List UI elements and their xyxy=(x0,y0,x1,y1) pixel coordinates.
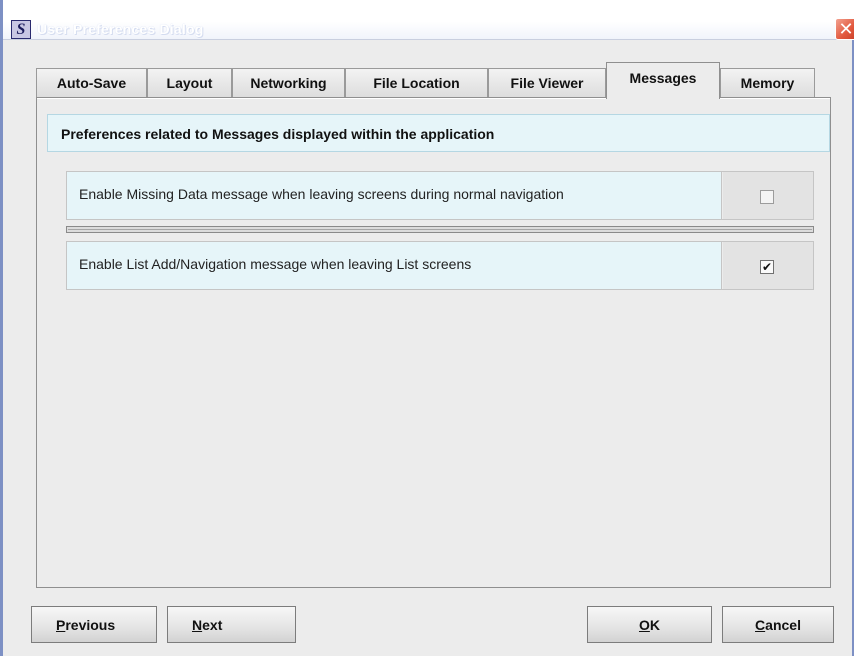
tab-networking[interactable]: Networking xyxy=(232,68,345,98)
cancel-label: ancel xyxy=(765,617,801,633)
cancel-mnemonic: C xyxy=(755,617,766,633)
window-title: User Preferences Dialog xyxy=(37,21,204,37)
tab-auto-save[interactable]: Auto-Save xyxy=(36,68,147,98)
next-label: ext xyxy=(202,617,223,633)
preference-row-missing-data: Enable Missing Data message when leaving… xyxy=(66,171,814,220)
title-bar[interactable]: S User Preferences Dialog ✕ xyxy=(3,0,854,40)
preference-cell-list-add: ✔ xyxy=(723,242,813,289)
tab-file-location[interactable]: File Location xyxy=(345,68,488,98)
next-mnemonic: N xyxy=(192,617,203,633)
list-add-checkbox[interactable]: ✔ xyxy=(760,260,774,274)
previous-label: revious xyxy=(65,617,116,633)
preference-label-missing-data: Enable Missing Data message when leaving… xyxy=(67,172,722,219)
row-divider[interactable] xyxy=(66,226,814,233)
cancel-button[interactable]: Cancel xyxy=(722,606,834,643)
tab-messages[interactable]: Messages xyxy=(606,62,720,99)
preference-label-list-add: Enable List Add/Navigation message when … xyxy=(67,242,722,289)
next-button[interactable]: Next xyxy=(167,606,296,643)
app-logo-icon: S xyxy=(11,20,31,39)
close-button[interactable]: ✕ xyxy=(835,18,854,40)
ok-label: K xyxy=(649,617,660,633)
ok-button[interactable]: OK xyxy=(587,606,712,643)
panel-heading: Preferences related to Messages displaye… xyxy=(47,114,830,152)
tab-layout[interactable]: Layout xyxy=(147,68,232,98)
tab-file-viewer[interactable]: File Viewer xyxy=(488,68,606,98)
tab-memory[interactable]: Memory xyxy=(720,68,815,98)
preference-row-list-add: Enable List Add/Navigation message when … xyxy=(66,241,814,290)
previous-mnemonic: P xyxy=(56,617,66,633)
user-preferences-dialog: S User Preferences Dialog ✕ Auto-Save La… xyxy=(0,0,854,656)
missing-data-checkbox[interactable] xyxy=(760,190,774,204)
ok-mnemonic: O xyxy=(638,617,650,633)
preference-cell-missing-data xyxy=(723,172,813,219)
previous-button[interactable]: Previous xyxy=(31,606,157,643)
